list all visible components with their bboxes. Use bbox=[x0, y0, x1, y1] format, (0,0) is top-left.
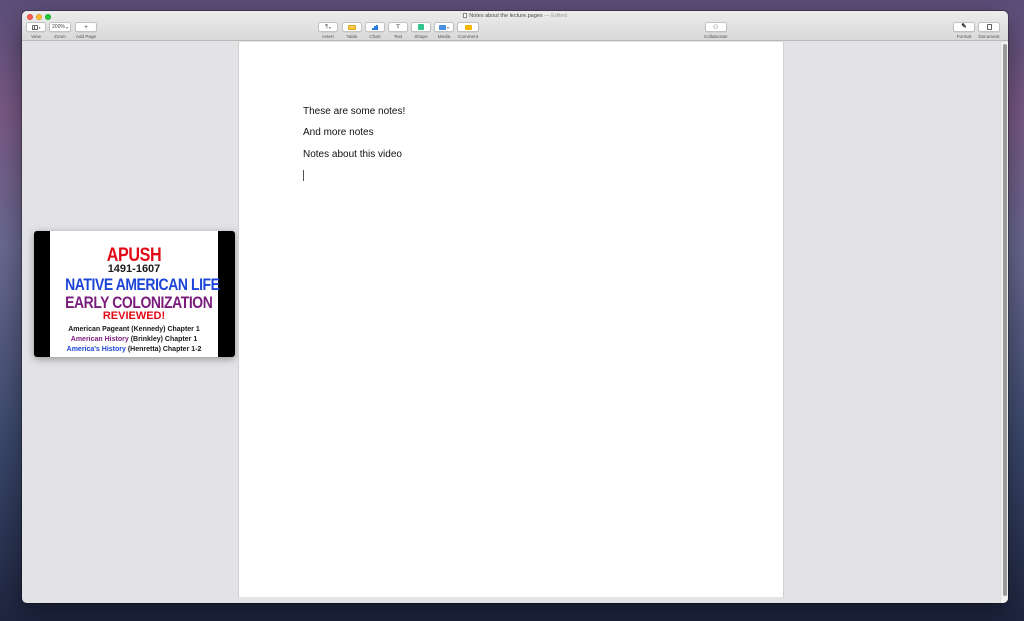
format-button[interactable]: ✎ bbox=[953, 22, 975, 32]
video-slide-ref-1: American Pageant (Kennedy) Chapter 1 bbox=[50, 326, 218, 333]
shape-button[interactable] bbox=[411, 22, 431, 32]
comment-label: Comment bbox=[458, 34, 478, 39]
window-title: Notes about the lecture.pages — Edited bbox=[22, 13, 1008, 19]
paintbrush-icon: ✎ bbox=[961, 22, 967, 30]
zoom-value: 200% bbox=[52, 24, 65, 30]
vertical-scrollbar[interactable] bbox=[1000, 42, 1008, 603]
document-control[interactable]: Document bbox=[978, 22, 1000, 39]
ref-details: (Kennedy) Chapter 1 bbox=[129, 326, 200, 333]
document-button[interactable] bbox=[978, 22, 1000, 32]
text-cursor bbox=[303, 170, 304, 181]
insert-label: Insert bbox=[322, 34, 334, 39]
view-button[interactable]: ▾ bbox=[26, 22, 46, 32]
chevron-down-icon: ▾ bbox=[447, 25, 449, 30]
video-slide-reviewed: REVIEWED! bbox=[102, 310, 166, 322]
media-icon bbox=[439, 24, 447, 30]
format-label: Format bbox=[956, 34, 972, 39]
text-label: Text bbox=[393, 34, 403, 39]
document-page[interactable]: These are some notes! And more notes Not… bbox=[238, 42, 784, 597]
zoom-label: Zoom bbox=[54, 34, 66, 39]
view-label: View bbox=[31, 34, 41, 39]
body-paragraph[interactable]: Notes about this video bbox=[303, 149, 402, 160]
comment-button[interactable] bbox=[457, 22, 479, 32]
edited-status: — Edited bbox=[544, 13, 567, 19]
add-page-label: Add Page bbox=[75, 34, 97, 39]
chart-label: Chart bbox=[369, 34, 381, 39]
scrollbar-thumb[interactable] bbox=[1003, 44, 1007, 596]
media-button[interactable]: ▾ bbox=[434, 22, 454, 32]
chart-button[interactable] bbox=[365, 22, 385, 32]
ref-book-title: America's History bbox=[66, 346, 126, 353]
table-icon bbox=[348, 24, 356, 30]
chevron-down-icon: ▾ bbox=[328, 25, 331, 30]
document-canvas[interactable]: APUSH 1491-1607 NATIVE AMERICAN LIFE EAR… bbox=[22, 42, 1008, 603]
collaborate-button[interactable]: ⚇ bbox=[704, 22, 727, 32]
ref-details: (Henretta) Chapter 1-2 bbox=[125, 346, 202, 353]
comment-control[interactable]: Comment bbox=[457, 22, 479, 39]
sidebar-view-icon bbox=[31, 24, 38, 30]
collaborate-label: Collaborate bbox=[704, 34, 728, 39]
video-slide-ref-3: America's History (Henretta) Chapter 1-2 bbox=[50, 346, 218, 353]
bar-chart-icon bbox=[372, 24, 378, 30]
ref-details: (Brinkley) Chapter 1 bbox=[128, 336, 198, 343]
collaborate-icon: ⚇ bbox=[713, 24, 719, 31]
video-slide-topic-1: NATIVE AMERICAN LIFE bbox=[65, 275, 220, 294]
titlebar: Notes about the lecture.pages — Edited ▾… bbox=[22, 11, 1008, 41]
video-slide-years: 1491-1607 bbox=[107, 263, 161, 275]
zoom-button[interactable]: 200% ▾ bbox=[49, 22, 71, 32]
plus-icon: + bbox=[83, 23, 89, 31]
shape-control[interactable]: Shape bbox=[411, 22, 431, 39]
insert-button[interactable]: ¶ ▾ bbox=[318, 22, 338, 32]
document-label: Document bbox=[978, 34, 1000, 39]
pages-window: Notes about the lecture.pages — Edited ▾… bbox=[22, 11, 1008, 603]
document-settings-icon bbox=[986, 24, 992, 30]
table-button[interactable] bbox=[342, 22, 362, 32]
body-paragraph[interactable]: These are some notes! bbox=[303, 106, 405, 117]
paragraph-icon: ¶ bbox=[325, 24, 328, 30]
window-title-text: Notes about the lecture.pages bbox=[469, 13, 543, 19]
text-box-icon: T bbox=[396, 22, 400, 30]
media-label: Media bbox=[437, 34, 451, 39]
ref-book-title: American Pageant bbox=[68, 326, 130, 333]
comment-icon bbox=[464, 24, 472, 30]
video-frame: APUSH 1491-1607 NATIVE AMERICAN LIFE EAR… bbox=[50, 231, 220, 357]
media-control[interactable]: ▾ Media bbox=[434, 22, 454, 39]
ref-book-title: American History bbox=[70, 336, 129, 343]
text-button[interactable]: T bbox=[388, 22, 408, 32]
table-label: Table bbox=[346, 34, 358, 39]
chart-control[interactable]: Chart bbox=[365, 22, 385, 39]
chevron-down-icon: ▾ bbox=[65, 25, 68, 30]
shape-label: Shape bbox=[414, 34, 428, 39]
text-control[interactable]: T Text bbox=[388, 22, 408, 39]
zoom-control[interactable]: 200% ▾ Zoom bbox=[49, 22, 71, 39]
insert-control[interactable]: ¶ ▾ Insert bbox=[318, 22, 338, 39]
table-control[interactable]: Table bbox=[342, 22, 362, 39]
body-paragraph[interactable]: And more notes bbox=[303, 127, 374, 138]
chevron-down-icon: ▾ bbox=[38, 25, 41, 30]
document-icon bbox=[463, 13, 468, 18]
collaborate-control[interactable]: ⚇ Collaborate bbox=[704, 22, 728, 39]
video-player[interactable]: APUSH 1491-1607 NATIVE AMERICAN LIFE EAR… bbox=[34, 231, 235, 357]
video-slide-ref-2: American History (Brinkley) Chapter 1 bbox=[50, 336, 218, 343]
view-control[interactable]: ▾ View bbox=[26, 22, 46, 39]
add-page-control[interactable]: + Add Page bbox=[75, 22, 97, 39]
format-control[interactable]: ✎ Format bbox=[953, 22, 975, 39]
shape-icon bbox=[418, 24, 424, 30]
add-page-button[interactable]: + bbox=[75, 22, 97, 32]
